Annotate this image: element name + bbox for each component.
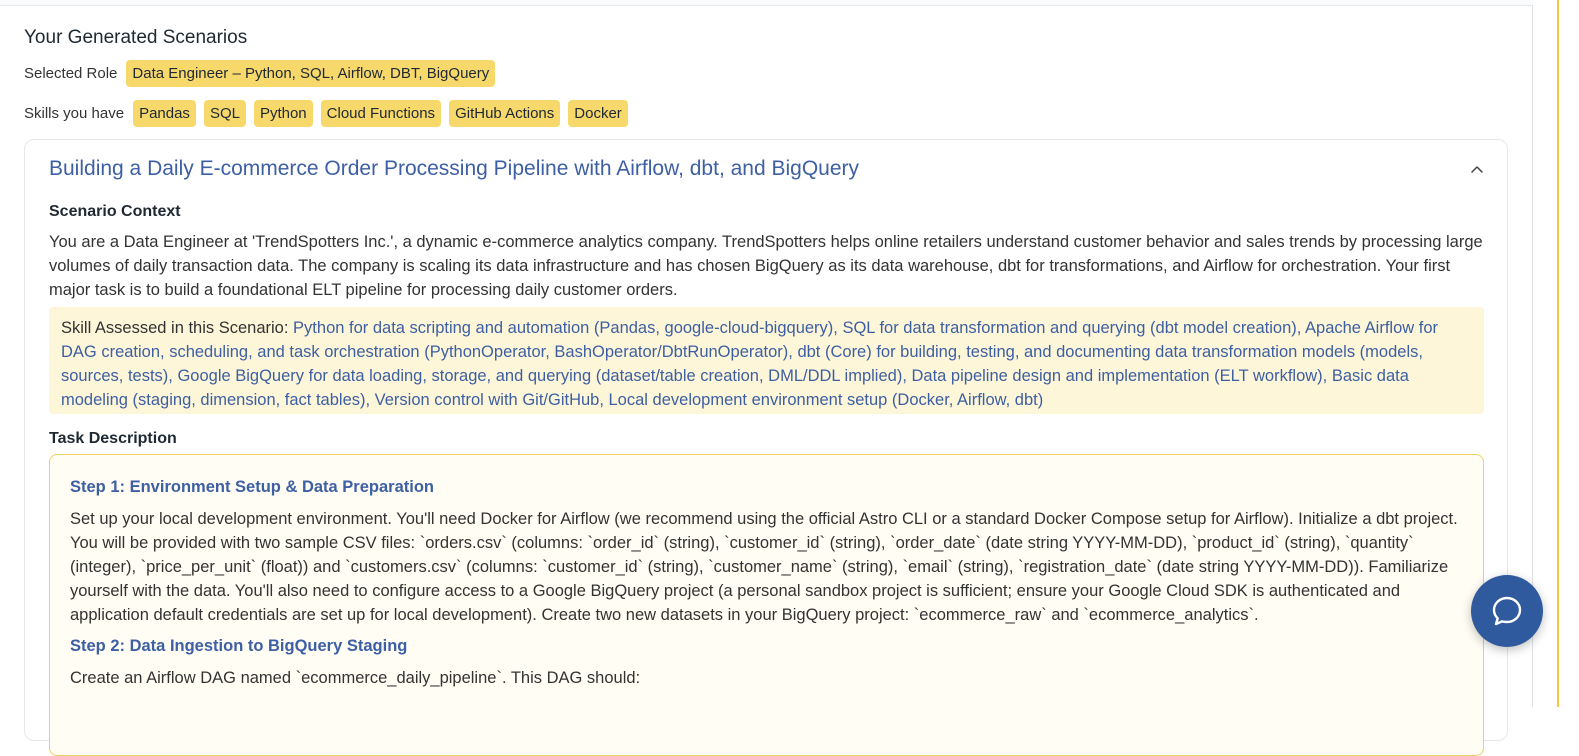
skills-label: Skills you have [24,105,125,122]
chat-button[interactable] [1471,575,1543,647]
skill-chip-cloud-functions: Cloud Functions [320,100,442,127]
skill-chip-docker: Docker [568,100,628,127]
chevron-up-icon[interactable] [1469,162,1485,178]
page-title: Your Generated Scenarios [24,27,248,48]
skill-assessed-label: Skill Assessed in this Scenario: [61,319,289,337]
skill-assessed-box: Skill Assessed in this Scenario: Python … [49,307,1484,414]
selected-role-label: Selected Role [24,65,118,82]
skill-chip-pandas: Pandas [133,100,196,127]
top-edge [0,0,1533,6]
scenario-title[interactable]: Building a Daily E-commerce Order Proces… [49,157,859,181]
skill-chip-sql: SQL [203,100,246,127]
skills-row: Skills you have Pandas SQL Python Cloud … [24,100,628,127]
task-description-box: Step 1: Environment Setup & Data Prepara… [49,454,1484,756]
skill-chip-python: Python [253,100,313,127]
scenario-context-text: You are a Data Engineer at 'TrendSpotter… [49,233,1483,299]
task-description-label: Task Description [49,430,177,447]
step-2-title: Step 2: Data Ingestion to BigQuery Stagi… [70,637,408,655]
role-chip: Data Engineer – Python, SQL, Airflow, DB… [126,60,496,87]
chat-bubble-icon [1492,596,1522,626]
step-1-title: Step 1: Environment Setup & Data Prepara… [70,478,434,496]
step-2-text: Create an Airflow DAG named `ecommerce_d… [70,669,641,687]
scenario-context-label: Scenario Context [49,203,181,220]
scenario-card: Building a Daily E-commerce Order Proces… [24,139,1508,756]
selected-role-row: Selected Role Data Engineer – Python, SQ… [24,60,496,87]
step-1-text: Set up your local development environmen… [70,510,1458,624]
accent-stripe [1557,0,1559,707]
skill-chip-github-actions: GitHub Actions [449,100,561,127]
